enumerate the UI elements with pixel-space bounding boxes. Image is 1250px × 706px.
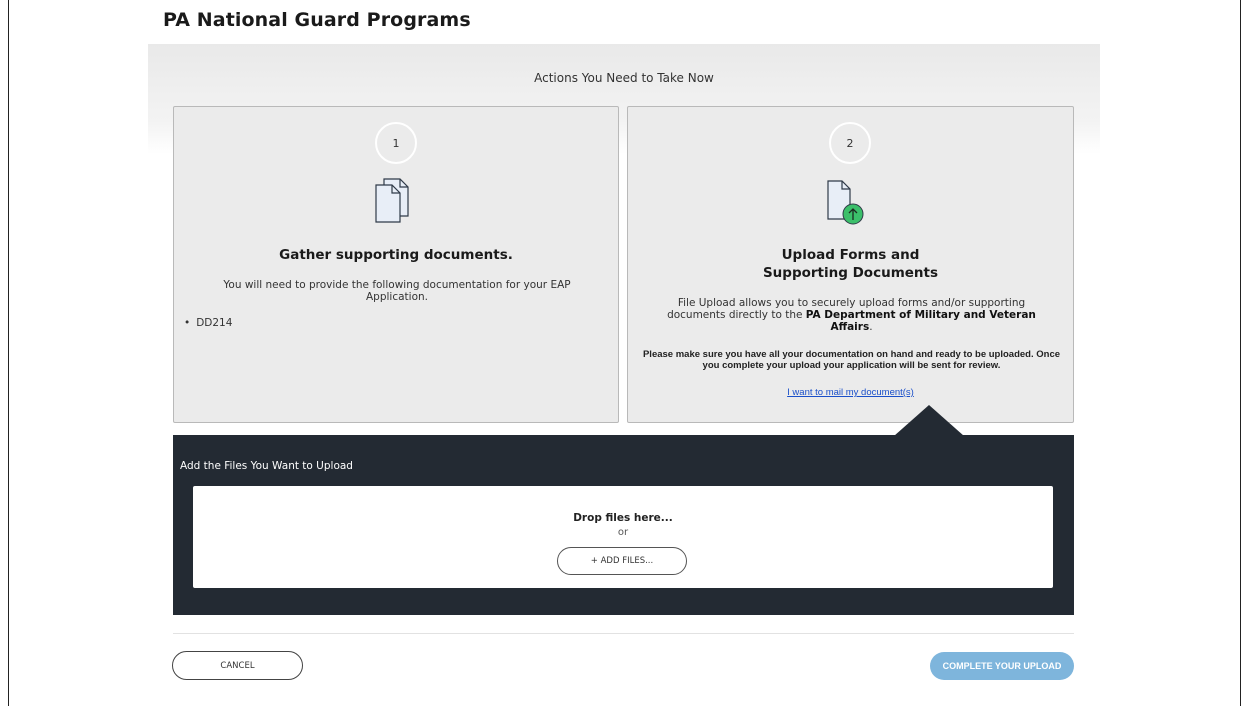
department-name: PA Department of Military and Veteran Af… [805, 309, 1036, 333]
step-number-2: 2 [829, 122, 871, 164]
list-item: DD214 [184, 317, 232, 329]
required-documents-list: DD214 [184, 317, 232, 329]
step-description: File Upload allows you to securely uploa… [648, 297, 1055, 333]
description-end: . [869, 321, 873, 333]
section-heading: Actions You Need to Take Now [534, 71, 714, 85]
step-title-line-2: Supporting Documents [762, 265, 939, 281]
add-files-button[interactable]: + ADD FILES... [557, 547, 687, 575]
mail-documents-link[interactable]: I want to mail my document(s) [628, 387, 1073, 398]
upload-label: Add the Files You Want to Upload [180, 460, 353, 472]
upload-note: Please make sure you have all your docum… [642, 349, 1061, 371]
step-number-1: 1 [375, 122, 417, 164]
step-card-gather: 1 Gather supporting documents. You will … [173, 106, 619, 423]
drop-files-text: Drop files here... [573, 512, 673, 524]
window-border-left [8, 0, 9, 706]
upload-document-icon [824, 169, 874, 234]
step-title: Upload Forms and Supporting Documents [628, 246, 1073, 282]
cancel-button[interactable]: CANCEL [172, 651, 303, 680]
window-border-right [1240, 0, 1241, 706]
step-card-upload: 2 Upload Forms and Supporting Documents … [627, 106, 1074, 423]
page-title: PA National Guard Programs [163, 9, 471, 31]
panel-pointer [894, 405, 964, 436]
step-title: Gather supporting documents. [279, 247, 513, 263]
step-title-line-1: Upload Forms and [781, 247, 920, 263]
file-dropzone[interactable]: Drop files here... or + ADD FILES... [193, 486, 1053, 588]
footer-divider [173, 633, 1074, 634]
documents-icon [372, 169, 412, 234]
complete-upload-button[interactable]: COMPLETE YOUR UPLOAD [930, 652, 1074, 680]
or-text: or [617, 527, 629, 538]
step-description: You will need to provide the following d… [223, 279, 571, 303]
